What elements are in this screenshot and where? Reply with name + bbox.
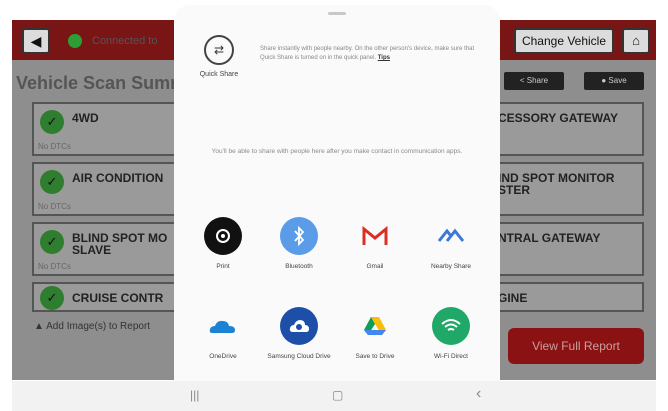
- app-label: Samsung Cloud Drive: [267, 353, 331, 360]
- check-icon: ✓: [40, 110, 64, 134]
- google-drive-icon: [356, 307, 394, 345]
- check-icon: ✓: [40, 170, 64, 194]
- save-icon: ●: [601, 76, 607, 85]
- module-name: CESSORY GATEWAY: [498, 111, 619, 125]
- module-card-engine[interactable]: GINE: [494, 282, 644, 312]
- onedrive-icon: [204, 307, 242, 345]
- empty-contacts-message: You'll be able to share with people here…: [211, 148, 463, 155]
- module-name: AIR CONDITION: [72, 171, 164, 185]
- dtc-status: No DTCs: [38, 142, 71, 151]
- samsung-cloud-drive-icon: [280, 307, 318, 345]
- home-nav-button[interactable]: ▢: [332, 388, 343, 402]
- back-button[interactable]: ◀: [22, 28, 50, 54]
- module-card-blind-spot-master[interactable]: IND SPOT MONITOR STER: [494, 162, 644, 216]
- system-nav-bar: ||| ▢ ‹: [12, 381, 656, 411]
- connection-status-icon: [68, 34, 82, 48]
- quick-share-button[interactable]: ⇄: [204, 35, 234, 65]
- view-full-report-button[interactable]: View Full Report: [508, 328, 644, 364]
- app-label: Save to Drive: [355, 353, 395, 360]
- change-vehicle-button[interactable]: Change Vehicle: [514, 28, 614, 54]
- tips-link[interactable]: Tips: [378, 55, 390, 61]
- device-frame: ◀ Connected to Change Vehicle ⌂ Vehicle …: [0, 0, 668, 411]
- module-card-4wd[interactable]: ✓ 4WD No DTCs: [32, 102, 182, 156]
- app-label: Wi-Fi Direct: [434, 353, 468, 360]
- arrow-left-icon: ◀: [30, 33, 42, 49]
- share-report-button[interactable]: < Share: [504, 72, 564, 90]
- check-icon: ✓: [40, 230, 64, 254]
- print-icon: [204, 217, 242, 255]
- home-button[interactable]: ⌂: [622, 28, 650, 54]
- share-icon: <: [519, 76, 525, 85]
- share-app-save-to-drive[interactable]: Save to Drive: [340, 307, 410, 361]
- share-app-wifi-direct[interactable]: Wi-Fi Direct: [416, 307, 486, 361]
- module-card-cruise-control[interactable]: ✓ CRUISE CONTR: [32, 282, 182, 312]
- quick-share-desc-text: Share instantly with people nearby. On t…: [260, 46, 475, 61]
- app-label: Gmail: [366, 263, 384, 270]
- bluetooth-icon: [280, 217, 318, 255]
- share-app-onedrive[interactable]: OneDrive: [188, 307, 258, 361]
- quick-share-icon: ⇄: [213, 43, 225, 57]
- check-icon: ✓: [40, 286, 64, 310]
- connection-text: Connected to: [92, 35, 158, 47]
- module-card-accessory-gateway[interactable]: CESSORY GATEWAY: [494, 102, 644, 156]
- save-report-button[interactable]: ● Save: [584, 72, 644, 90]
- module-name: 4WD: [72, 111, 99, 125]
- module-name: CRUISE CONTR: [72, 291, 164, 305]
- quick-share-description: Share instantly with people nearby. On t…: [260, 45, 480, 63]
- gmail-icon: [356, 217, 394, 255]
- sheet-drag-handle[interactable]: [328, 12, 346, 15]
- share-app-print[interactable]: Print: [188, 217, 258, 271]
- share-sheet: ⇄ Quick Share Share instantly with peopl…: [174, 5, 500, 381]
- wifi-direct-icon: [432, 307, 470, 345]
- nearby-share-icon: [432, 217, 470, 255]
- quick-share-label: Quick Share: [199, 71, 239, 78]
- share-app-nearby-share[interactable]: Nearby Share: [416, 217, 486, 271]
- module-name: NTRAL GATEWAY: [498, 231, 601, 245]
- module-card-air-conditioning[interactable]: ✓ AIR CONDITION No DTCs: [32, 162, 182, 216]
- module-card-blind-spot[interactable]: ✓ BLIND SPOT MO SLAVE No DTCs: [32, 222, 182, 276]
- add-image-label: Add Image(s) to Report: [46, 321, 151, 332]
- app-label: Bluetooth: [285, 263, 313, 270]
- app-label: Nearby Share: [430, 263, 472, 270]
- share-app-bluetooth[interactable]: Bluetooth: [264, 217, 334, 271]
- dtc-status: No DTCs: [38, 202, 71, 211]
- module-name: BLIND SPOT MO SLAVE: [72, 231, 168, 257]
- share-label: Share: [526, 76, 549, 85]
- home-icon: ⌂: [632, 33, 640, 48]
- recents-button[interactable]: |||: [190, 388, 199, 402]
- module-name: GINE: [498, 291, 528, 305]
- page-title: Vehicle Scan Summ: [16, 73, 187, 93]
- save-label: Save: [608, 76, 627, 85]
- module-name: IND SPOT MONITOR STER: [498, 171, 615, 197]
- app-label: Print: [216, 263, 230, 270]
- module-card-central-gateway[interactable]: NTRAL GATEWAY: [494, 222, 644, 276]
- back-nav-button[interactable]: ‹: [476, 385, 481, 403]
- add-image-link[interactable]: ▲ Add Image(s) to Report: [34, 321, 150, 332]
- share-app-samsung-cloud-drive[interactable]: Samsung Cloud Drive: [264, 307, 334, 361]
- dtc-status: No DTCs: [38, 262, 71, 271]
- app-label: OneDrive: [209, 353, 237, 360]
- share-app-gmail[interactable]: Gmail: [340, 217, 410, 271]
